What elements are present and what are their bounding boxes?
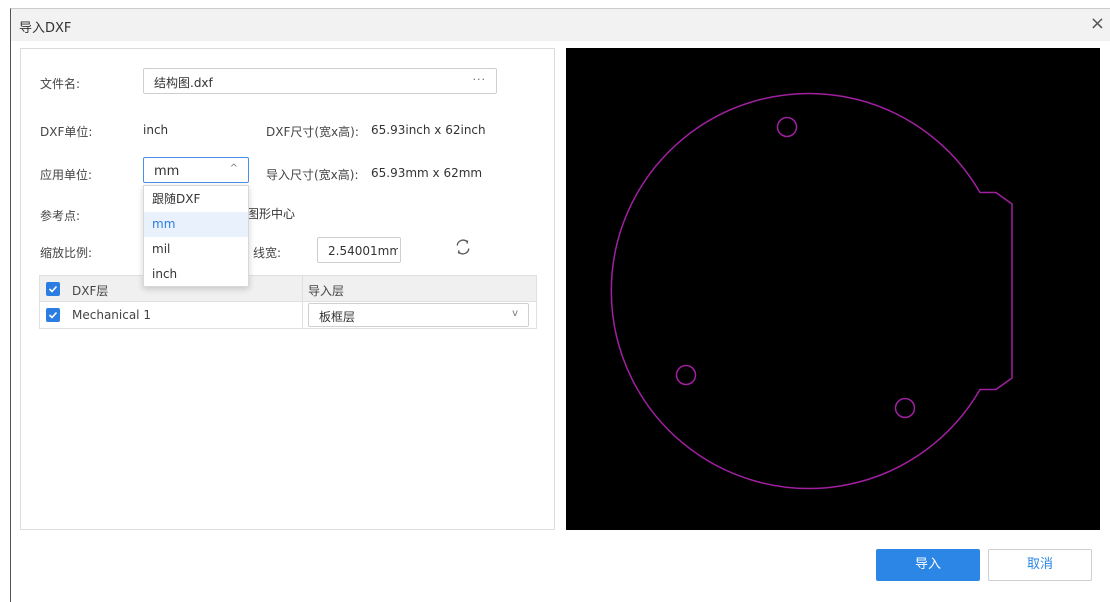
- cancel-button[interactable]: 取消: [988, 549, 1092, 581]
- close-icon[interactable]: ×: [1090, 13, 1105, 35]
- unit-dropdown-menu: 跟随DXF mm mil inch: [143, 185, 249, 287]
- filename-value: 结构图.dxf: [154, 76, 213, 90]
- column-divider: [302, 276, 303, 328]
- mounting-hole-right: [894, 397, 916, 419]
- chevron-up-icon: ^: [229, 163, 238, 174]
- mounting-hole-left: [675, 364, 697, 386]
- import-size-label: 导入尺寸(宽x高):: [266, 168, 359, 182]
- import-size-value: 65.93mm x 62mm: [371, 166, 483, 180]
- import-button[interactable]: 导入: [876, 549, 980, 581]
- dialog-titlebar: 导入DXF ×: [11, 9, 1110, 41]
- unit-option-inch[interactable]: inch: [144, 262, 248, 287]
- table-row: Mechanical 1 板框层 v: [40, 302, 536, 328]
- row-dxf-layer: Mechanical 1: [72, 308, 151, 322]
- board-outline-drawing: [610, 92, 1013, 490]
- chevron-down-icon: v: [512, 308, 518, 319]
- layer-table: DXF层 导入层 Mechanical 1 板框层 v: [39, 275, 537, 329]
- table-header: DXF层 导入层: [40, 276, 536, 302]
- linewidth-input[interactable]: 2.54001mm: [317, 237, 401, 263]
- filename-label: 文件名:: [40, 77, 81, 91]
- dialog-title: 导入DXF: [19, 21, 72, 36]
- col-dxf-layer: DXF层: [72, 284, 109, 298]
- dxf-preview-canvas: [566, 48, 1100, 530]
- select-all-checkbox[interactable]: [46, 282, 60, 296]
- app-unit-label: 应用单位:: [40, 168, 93, 182]
- dxf-unit-label: DXF单位:: [40, 125, 93, 139]
- app-unit-current: mm: [154, 164, 180, 179]
- col-import-layer: 导入层: [308, 284, 345, 298]
- ref-point-value[interactable]: 图形中心: [247, 205, 295, 222]
- unit-option-follow-dxf[interactable]: 跟随DXF: [144, 187, 248, 212]
- unit-option-mil[interactable]: mil: [144, 237, 248, 262]
- app-unit-select[interactable]: mm ^: [143, 157, 249, 183]
- dxf-size-value: 65.93inch x 62inch: [371, 123, 486, 137]
- dxf-size-label: DXF尺寸(宽x高):: [266, 125, 359, 139]
- scale-label: 缩放比例:: [40, 246, 93, 260]
- refresh-icon[interactable]: [453, 237, 477, 261]
- settings-panel: 文件名: 结构图.dxf ··· DXF单位: inch DXF尺寸(宽x高):…: [20, 48, 555, 530]
- dxf-unit-value: inch: [143, 123, 169, 137]
- ref-point-label: 参考点:: [40, 209, 81, 223]
- mounting-hole-top: [776, 116, 798, 138]
- browse-button[interactable]: ···: [473, 73, 487, 86]
- row-checkbox[interactable]: [46, 308, 60, 322]
- import-layer-current: 板框层: [319, 310, 356, 324]
- import-layer-select[interactable]: 板框层 v: [308, 303, 529, 327]
- unit-option-mm[interactable]: mm: [144, 212, 248, 237]
- linewidth-value: 2.54001mm: [328, 244, 398, 258]
- linewidth-label: 线宽:: [253, 246, 282, 260]
- board-outline: [610, 92, 1013, 490]
- filename-field[interactable]: 结构图.dxf ···: [143, 68, 497, 94]
